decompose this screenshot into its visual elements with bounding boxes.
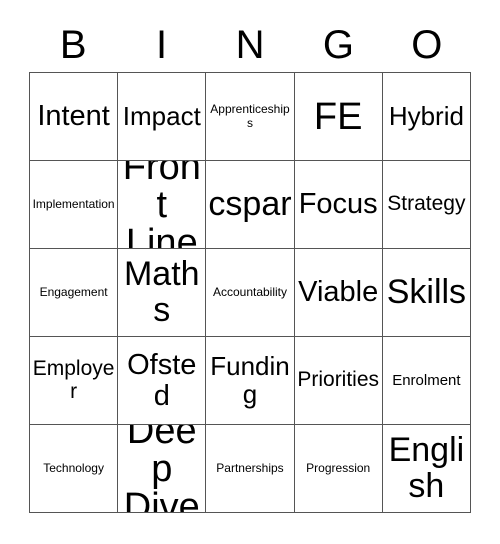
bingo-cell-label: Apprenticeships — [210, 101, 290, 130]
bingo-cell-r1c5[interactable]: Hybrid — [382, 73, 471, 161]
bingo-cell-r4c3[interactable]: Funding — [206, 337, 295, 425]
bingo-cell-label: Partnerships — [216, 460, 284, 475]
bingo-cell-r1c3[interactable]: Apprenticeships — [206, 73, 295, 161]
bingo-grid: Intent Impact Apprenticeships FE Hybrid Imple… — [29, 72, 471, 513]
bingo-cell-label: Skills — [386, 272, 467, 311]
bingo-header-letter-o: O — [411, 22, 443, 67]
bingo-cell-label: English — [388, 431, 465, 505]
bingo-cell-r2c2[interactable]: Front Line — [118, 161, 207, 249]
bingo-cell-label: Maths — [123, 255, 200, 329]
bingo-cell-label: Strategy — [387, 192, 466, 216]
bingo-cell-r5c3[interactable]: Partnerships — [206, 425, 295, 513]
bingo-cell-r2c4[interactable]: Focus — [294, 161, 383, 249]
bingo-cell-r5c5[interactable]: English — [382, 425, 471, 513]
bingo-cell-label: Hybrid — [388, 100, 464, 131]
bingo-cell-label: Focus — [298, 188, 378, 221]
bingo-cell-r1c2[interactable]: Impact — [118, 73, 207, 161]
bingo-cell-label: Priorities — [297, 368, 380, 392]
bingo-cell-label: Deep Dive — [123, 425, 200, 513]
bingo-cell-r4c2[interactable]: Ofsted — [118, 337, 207, 425]
bingo-cell-label: Funding — [210, 350, 290, 409]
bingo-cell-r4c5[interactable]: Enrolment — [382, 337, 471, 425]
bingo-cell-label: Intent — [37, 100, 110, 133]
bingo-cell-r1c4[interactable]: FE — [294, 73, 383, 161]
bingo-cell-r4c1[interactable]: Employer — [30, 337, 119, 425]
bingo-card: B I N G O Intent Impact Apprenticeships FE Hybri… — [0, 0, 500, 544]
bingo-header-letter-n: N — [235, 22, 265, 67]
bingo-cell-label: Front Line — [122, 161, 201, 249]
bingo-cell-label: Engagement — [39, 284, 108, 299]
bingo-cell-label: Employer — [32, 356, 115, 403]
bingo-cell-label: Accountability — [212, 284, 288, 299]
bingo-cell-label: FE — [313, 95, 363, 138]
bingo-cell-r2c5[interactable]: Strategy — [382, 161, 471, 249]
bingo-cell-r5c4[interactable]: Progression — [294, 425, 383, 513]
bingo-cell-label: Enrolment — [392, 371, 461, 389]
bingo-cell-r2c3[interactable]: cspar — [206, 161, 295, 249]
bingo-cell-label: Implementation — [32, 196, 115, 211]
bingo-cell-label: Ofsted — [127, 349, 197, 412]
bingo-cell-r2c1[interactable]: Implementation — [30, 161, 119, 249]
bingo-cell-r3c4[interactable]: Viable — [294, 249, 383, 337]
bingo-cell-label: Viable — [298, 276, 379, 309]
bingo-header-row: BINGO — [29, 17, 471, 72]
bingo-header-letter-i: I — [156, 22, 168, 67]
bingo-cell-r4c4[interactable]: Priorities — [294, 337, 383, 425]
bingo-cell-r5c2[interactable]: Deep Dive — [118, 425, 207, 513]
bingo-header-letter-b: B — [59, 22, 87, 67]
bingo-cell-r3c5[interactable]: Skills — [382, 249, 471, 337]
bingo-cell-label: Progression — [306, 460, 371, 475]
bingo-cell-label: cspar — [208, 184, 292, 223]
bingo-cell-label: Technology — [43, 460, 104, 475]
bingo-cell-r5c1[interactable]: Technology — [30, 425, 119, 513]
bingo-cell-r3c1[interactable]: Engagement — [30, 249, 119, 337]
bingo-cell-r3c3[interactable]: Accountability — [206, 249, 295, 337]
bingo-cell-label: Impact — [122, 100, 201, 131]
bingo-cell-r1c1[interactable]: Intent — [30, 73, 119, 161]
bingo-cell-r3c2[interactable]: Maths — [118, 249, 207, 337]
bingo-header-letter-g: G — [322, 22, 354, 67]
